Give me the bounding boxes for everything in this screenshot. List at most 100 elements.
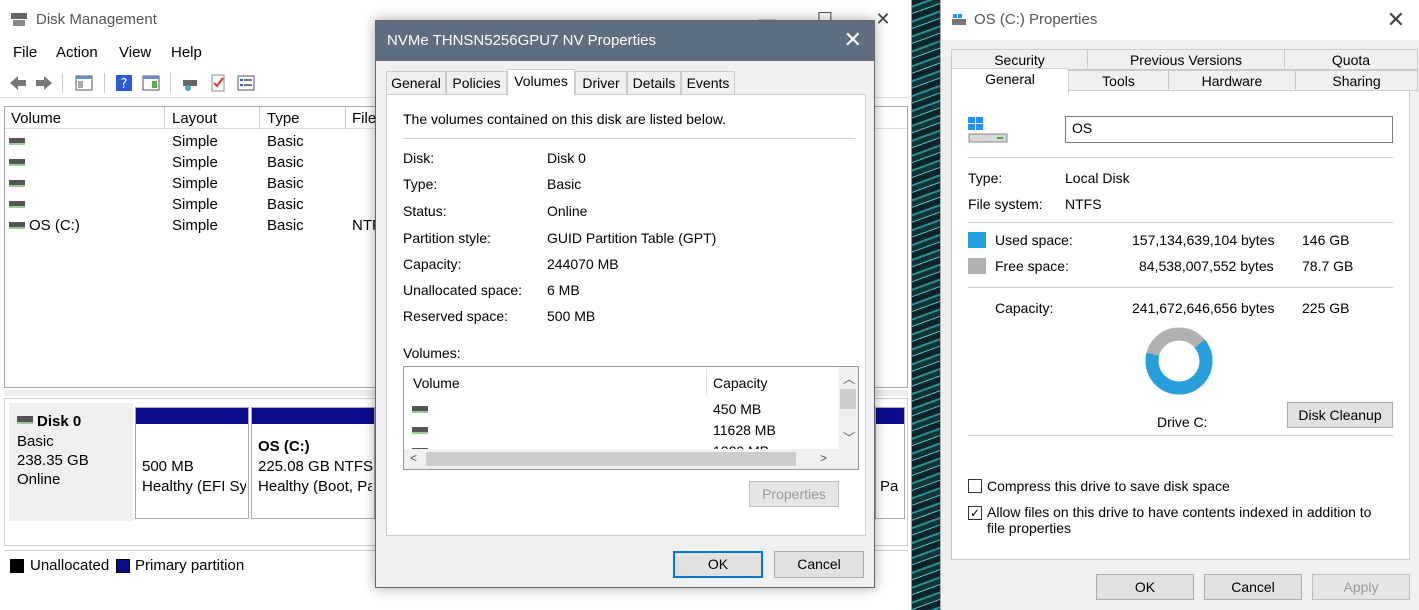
drive-icon xyxy=(412,406,428,413)
chevron-down-icon[interactable]: ﹀ xyxy=(843,429,855,446)
ok-button[interactable]: OK xyxy=(673,551,763,578)
col-layout[interactable]: Layout xyxy=(172,110,217,127)
prop-key: Type: xyxy=(403,176,438,192)
row-layout: Simple xyxy=(172,175,218,192)
close-icon[interactable]: ✕ xyxy=(1387,8,1405,32)
partition-os-c[interactable]: OS (C:) 225.08 GB NTFS Healthy (Boot, Pa xyxy=(251,407,375,519)
partition-status: Healthy (Boot, Pa xyxy=(258,478,372,495)
prop-key: Status: xyxy=(403,203,447,219)
drive-name-input[interactable]: OS xyxy=(1065,116,1393,143)
properties-list-icon[interactable] xyxy=(236,73,256,93)
dialog-close-icon[interactable]: ✕ xyxy=(844,28,862,52)
tab-quota[interactable]: Quota xyxy=(1284,49,1418,70)
prop-value: Disk 0 xyxy=(547,150,586,166)
disk-cleanup-button[interactable]: Disk Cleanup xyxy=(1287,402,1393,428)
tab-policies[interactable]: Policies xyxy=(446,71,507,95)
prop-value: 244070 MB xyxy=(547,256,619,272)
menu-view[interactable]: View xyxy=(119,44,151,61)
list-item[interactable]: 11628 MB xyxy=(404,420,836,440)
list-item[interactable]: 450 MB xyxy=(404,399,836,419)
forward-arrow-icon[interactable] xyxy=(34,73,54,93)
tab-details[interactable]: Details xyxy=(627,71,681,95)
tab-tools[interactable]: Tools xyxy=(1068,70,1169,91)
chevron-right-icon[interactable]: > xyxy=(820,451,827,465)
tab-volumes[interactable]: Volumes xyxy=(507,69,575,96)
row-type: Basic xyxy=(267,175,304,192)
used-space-gb: 146 GB xyxy=(1302,232,1350,248)
divider xyxy=(403,138,855,139)
column-divider[interactable] xyxy=(259,107,260,129)
column-divider[interactable] xyxy=(164,107,165,129)
column-divider[interactable] xyxy=(706,369,707,395)
row-type: Basic xyxy=(267,217,304,234)
scroll-thumb[interactable] xyxy=(426,452,796,466)
menu-help[interactable]: Help xyxy=(171,44,202,61)
horizontal-scrollbar[interactable]: < > xyxy=(404,449,858,469)
apply-button[interactable]: Apply xyxy=(1312,574,1410,600)
col-volume[interactable]: Volume xyxy=(413,375,460,391)
volumes-list-header: Volume Capacity xyxy=(404,367,858,397)
usage-donut-chart xyxy=(1145,327,1213,395)
tab-general[interactable]: General xyxy=(386,71,446,95)
type-value: Local Disk xyxy=(1065,170,1130,186)
properties-button[interactable]: Properties xyxy=(749,481,839,507)
disk-kind: Basic xyxy=(17,433,54,450)
disk-properties-dialog: NVMe THNSN5256GPU7 NV Properties ✕ Gener… xyxy=(375,20,875,588)
partition-recovery[interactable]: Pa xyxy=(875,407,905,519)
column-divider[interactable] xyxy=(345,107,346,129)
drive-icon xyxy=(952,14,966,25)
primary-partition-bar xyxy=(136,408,248,424)
volumes-label: Volumes: xyxy=(403,345,461,361)
tab-sharing[interactable]: Sharing xyxy=(1295,70,1418,91)
col-capacity[interactable]: Capacity xyxy=(713,375,767,391)
col-filesystem[interactable]: File xyxy=(352,110,376,127)
type-label: Type: xyxy=(968,170,1003,186)
menu-action[interactable]: Action xyxy=(56,44,98,61)
chevron-up-icon[interactable]: ︿ xyxy=(843,370,855,387)
checklist-icon[interactable] xyxy=(208,73,228,93)
scroll-thumb[interactable] xyxy=(840,389,856,409)
partition-efi[interactable]: 500 MB Healthy (EFI Sy xyxy=(135,407,249,519)
back-arrow-icon[interactable] xyxy=(8,73,28,93)
free-space-gb: 78.7 GB xyxy=(1302,258,1354,274)
drive-icon xyxy=(9,138,25,145)
primary-partition-bar xyxy=(876,408,904,424)
volumes-panel: The volumes contained on this disk are l… xyxy=(386,94,866,536)
partition-status: Healthy (EFI Sy xyxy=(142,478,246,495)
chevron-left-icon[interactable]: < xyxy=(410,451,417,465)
tab-events[interactable]: Events xyxy=(681,71,735,95)
partition-title: OS (C:) xyxy=(258,438,310,455)
tab-previous-versions[interactable]: Previous Versions xyxy=(1087,49,1285,70)
ok-button[interactable]: OK xyxy=(1096,574,1194,600)
free-space-label: Free space: xyxy=(995,258,1069,274)
col-type[interactable]: Type xyxy=(267,110,300,127)
index-checkbox[interactable]: ✓ xyxy=(968,506,982,520)
tab-hardware[interactable]: Hardware xyxy=(1168,70,1296,91)
primary-swatch xyxy=(116,559,130,573)
used-space-label: Used space: xyxy=(995,232,1073,248)
row-layout: Simple xyxy=(172,133,218,150)
tab-security[interactable]: Security xyxy=(951,49,1088,70)
row-type: Basic xyxy=(267,133,304,150)
capacity-gb: 225 GB xyxy=(1302,300,1350,316)
col-volume[interactable]: Volume xyxy=(11,110,61,127)
connect-disk-icon[interactable] xyxy=(180,73,200,93)
compress-checkbox[interactable] xyxy=(968,479,982,493)
prop-key: Capacity: xyxy=(403,256,462,272)
vertical-scrollbar[interactable]: ︿ ﹀ xyxy=(838,367,858,451)
cancel-button[interactable]: Cancel xyxy=(1204,574,1302,600)
windows-drive-icon xyxy=(968,117,1008,143)
tab-driver[interactable]: Driver xyxy=(575,71,627,95)
prop-key: Unallocated space: xyxy=(403,282,523,298)
toolbar-separator xyxy=(104,73,105,93)
volumes-listview[interactable]: Volume Capacity 450 MB 11628 MB 1320 MB … xyxy=(403,366,859,470)
cancel-button[interactable]: Cancel xyxy=(774,551,864,578)
help-icon[interactable]: ? xyxy=(114,73,134,93)
tab-general[interactable]: General xyxy=(951,68,1069,93)
console-tree-icon[interactable] xyxy=(74,73,94,93)
action-pane-icon[interactable] xyxy=(141,73,161,93)
menu-file[interactable]: File xyxy=(13,44,37,61)
disk-label[interactable]: Disk 0 Basic 238.35 GB Online xyxy=(9,403,133,521)
legend-unallocated: Unallocated xyxy=(30,557,110,574)
general-panel: OS Type: Local Disk File system: NTFS Us… xyxy=(951,90,1410,560)
